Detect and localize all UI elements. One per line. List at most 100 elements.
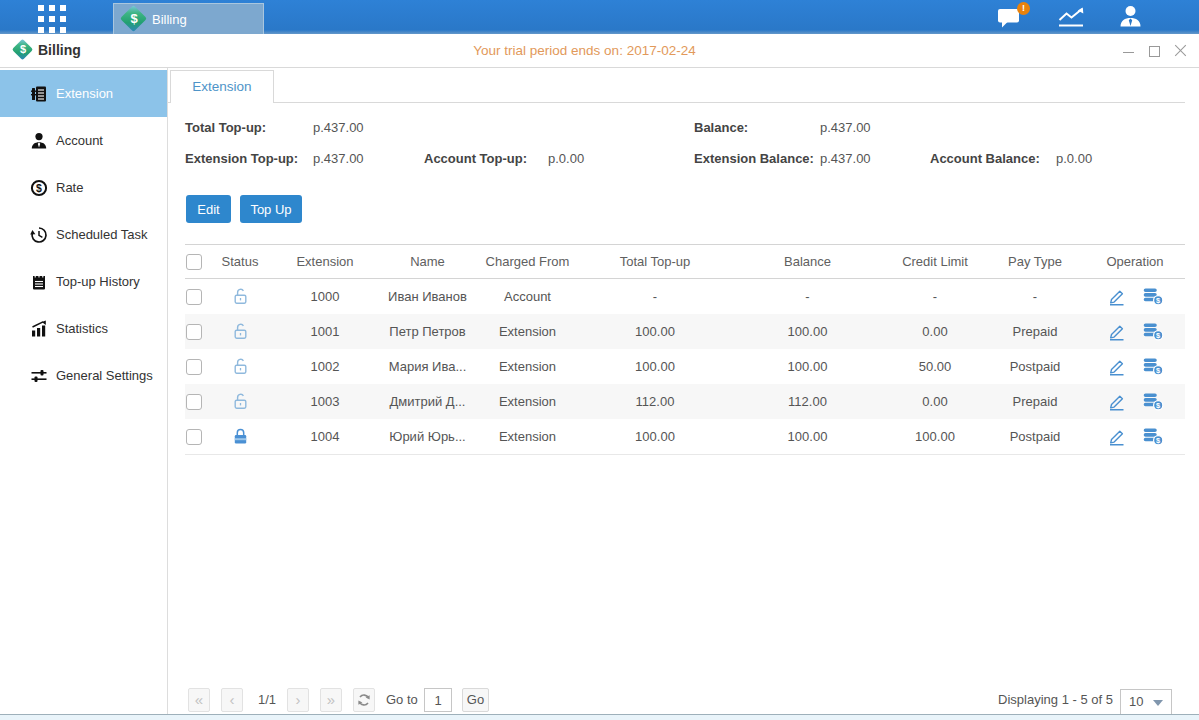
edit-row-icon[interactable]	[1107, 357, 1127, 376]
tab-strip: Extension	[168, 70, 1185, 103]
row-checkbox[interactable]	[186, 324, 202, 340]
cell-extension: 1002	[270, 359, 380, 374]
col-credit-limit: Credit Limit	[885, 254, 985, 269]
close-button[interactable]	[1174, 44, 1187, 57]
sidebar: Extension Account $ Rate Scheduled Task	[0, 68, 168, 714]
go-button[interactable]: Go	[462, 688, 489, 712]
balance-value: p.437.00	[820, 120, 871, 135]
edit-button[interactable]: Edit	[186, 195, 231, 223]
sidebar-item-rate[interactable]: $ Rate	[0, 164, 167, 211]
edit-row-icon[interactable]	[1107, 287, 1127, 306]
account-topup-label: Account Top-up:	[424, 151, 527, 166]
top-up-button[interactable]: Top Up	[240, 195, 302, 223]
dollar-circle-icon: $	[30, 179, 48, 197]
cell-name: Дмитрий Д...	[380, 394, 475, 409]
person-icon	[30, 132, 48, 150]
cell-charged-from: Extension	[475, 394, 580, 409]
sliders-icon	[30, 367, 48, 385]
refresh-button[interactable]	[353, 688, 375, 712]
cell-name: Иван Иванов	[380, 289, 475, 304]
status-lock-icon	[210, 357, 270, 376]
extension-book-icon	[30, 85, 48, 103]
cell-charged-from: Extension	[475, 359, 580, 374]
status-lock-icon	[210, 427, 270, 446]
select-arrow-icon	[1153, 700, 1163, 706]
extension-balance-label: Extension Balance:	[694, 151, 814, 166]
cell-total-topup: 100.00	[580, 429, 730, 444]
col-name: Name	[380, 254, 475, 269]
monitor-chart-icon[interactable]	[1057, 6, 1085, 28]
cell-pay-type: -	[985, 289, 1085, 304]
cell-credit-limit: 100.00	[885, 429, 985, 444]
edit-row-icon[interactable]	[1107, 392, 1127, 411]
goto-page-input[interactable]	[424, 688, 452, 712]
user-account-icon[interactable]	[1118, 5, 1143, 29]
cell-credit-limit: -	[885, 289, 985, 304]
row-checkbox[interactable]	[186, 289, 202, 305]
page-size-select[interactable]: 10	[1120, 689, 1172, 715]
sidebar-item-account[interactable]: Account	[0, 117, 167, 164]
sidebar-item-scheduled-task[interactable]: Scheduled Task	[0, 211, 167, 258]
col-pay-type: Pay Type	[985, 254, 1085, 269]
cell-pay-type: Prepaid	[985, 324, 1085, 339]
top-up-row-icon[interactable]: $	[1143, 357, 1164, 376]
status-lock-icon	[210, 392, 270, 411]
top-up-row-icon[interactable]: $	[1143, 322, 1164, 341]
sidebar-item-topup-history[interactable]: Top-up History	[0, 258, 167, 305]
sidebar-item-general-settings[interactable]: General Settings	[0, 352, 167, 399]
balance-label: Balance:	[694, 120, 748, 135]
app-grid-icon[interactable]	[38, 5, 66, 33]
top-up-row-icon[interactable]: $	[1143, 287, 1164, 306]
billing-diamond-icon: $	[122, 7, 146, 31]
col-balance: Balance	[730, 254, 885, 269]
top-up-row-icon[interactable]: $	[1143, 392, 1164, 411]
cell-balance: 100.00	[730, 324, 885, 339]
table-header: Status Extension Name Charged From Total…	[185, 244, 1185, 279]
minimize-button[interactable]	[1122, 44, 1135, 57]
col-status: Status	[210, 254, 270, 269]
first-page-button[interactable]: «	[188, 688, 210, 712]
total-topup-value: p.437.00	[313, 120, 364, 135]
cell-extension: 1001	[270, 324, 380, 339]
sidebar-item-statistics[interactable]: Statistics	[0, 305, 167, 352]
account-balance-value: p.0.00	[1056, 151, 1092, 166]
select-all-checkbox[interactable]	[186, 254, 202, 270]
cell-charged-from: Account	[475, 289, 580, 304]
account-balance-label: Account Balance:	[930, 151, 1040, 166]
maximize-button[interactable]	[1148, 44, 1161, 57]
goto-label: Go to	[386, 688, 418, 712]
trial-period-notice: Your trial period ends on: 2017-02-24	[0, 34, 1169, 67]
edit-row-icon[interactable]	[1107, 322, 1127, 341]
cell-total-topup: 112.00	[580, 394, 730, 409]
col-operation: Operation	[1085, 254, 1185, 269]
notifications-icon[interactable]: !	[997, 7, 1022, 29]
edit-row-icon[interactable]	[1107, 427, 1127, 446]
cell-balance: 100.00	[730, 429, 885, 444]
cell-extension: 1000	[270, 289, 380, 304]
extension-table: Status Extension Name Charged From Total…	[185, 244, 1185, 455]
row-checkbox[interactable]	[186, 359, 202, 375]
cell-extension: 1004	[270, 429, 380, 444]
extension-balance-value: p.437.00	[820, 151, 871, 166]
cell-credit-limit: 0.00	[885, 324, 985, 339]
cell-pay-type: Postpaid	[985, 359, 1085, 374]
window-titlebar: $ Billing Your trial period ends on: 201…	[0, 34, 1199, 68]
sidebar-item-extension[interactable]: Extension	[0, 70, 167, 117]
table-row: 1000 Иван Иванов Account - - - - $	[185, 279, 1185, 314]
row-checkbox[interactable]	[186, 429, 202, 445]
col-total-topup: Total Top-up	[580, 254, 730, 269]
extension-topup-label: Extension Top-up:	[185, 151, 298, 166]
cell-total-topup: 100.00	[580, 359, 730, 374]
cell-total-topup: 100.00	[580, 324, 730, 339]
row-checkbox[interactable]	[186, 394, 202, 410]
last-page-button[interactable]: »	[320, 688, 342, 712]
table-row: 1001 Петр Петров Extension 100.00 100.00…	[185, 314, 1185, 349]
window-bottom-edge	[0, 714, 1199, 720]
next-page-button[interactable]: ›	[287, 688, 309, 712]
status-lock-icon	[210, 322, 270, 341]
app-tab-billing[interactable]: $ Billing	[113, 3, 264, 34]
cell-extension: 1003	[270, 394, 380, 409]
tab-extension[interactable]: Extension	[170, 70, 274, 103]
top-up-row-icon[interactable]: $	[1143, 427, 1164, 446]
prev-page-button[interactable]: ‹	[221, 688, 243, 712]
